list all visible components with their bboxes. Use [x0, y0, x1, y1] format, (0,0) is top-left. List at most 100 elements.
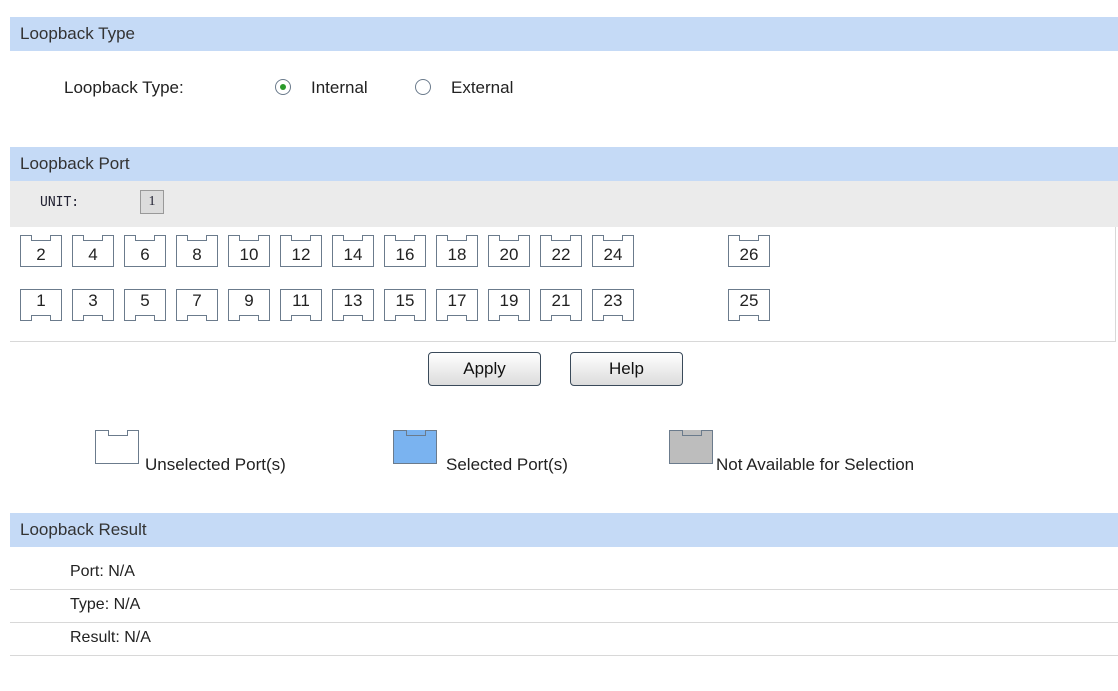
port-8[interactable]: 8	[176, 235, 218, 267]
port-notch	[187, 235, 207, 241]
port-notch	[603, 235, 623, 241]
port-7[interactable]: 7	[176, 289, 218, 321]
port-number: 1	[36, 291, 46, 310]
port-1[interactable]: 1	[20, 289, 62, 321]
unit-label: UNIT:	[40, 195, 80, 210]
unit-bar: UNIT: 1	[10, 181, 1118, 227]
port-notch	[499, 315, 519, 321]
port-number: 26	[739, 245, 759, 264]
external-radio[interactable]	[415, 79, 431, 95]
internal-radio[interactable]	[275, 79, 291, 95]
port-notch	[499, 235, 519, 241]
port-number: 20	[499, 245, 519, 264]
port-23[interactable]: 23	[592, 289, 634, 321]
port-14[interactable]: 14	[332, 235, 374, 267]
port-number: 10	[239, 245, 259, 264]
not-available-port-swatch	[669, 430, 713, 464]
unselected-port-swatch	[95, 430, 139, 464]
not-available-legend-label: Not Available for Selection	[716, 455, 915, 474]
loopback-result-header: Loopback Result	[10, 513, 1118, 547]
selected-legend-label: Selected Port(s)	[446, 455, 568, 474]
port-number: 15	[395, 291, 415, 310]
port-notch	[551, 315, 571, 321]
port-panel: 2 4 6 8 10 12 14 16 18 20 22 24 1 3 5 7 9 11 13 15 17 19 21 23…	[10, 227, 1116, 342]
port-notch	[31, 235, 51, 241]
port-notch	[291, 315, 311, 321]
loopback-port-header: Loopback Port	[10, 147, 1118, 181]
port-number: 16	[395, 245, 415, 264]
port-number: 13	[343, 291, 363, 310]
port-22[interactable]: 22	[540, 235, 582, 267]
port-notch	[551, 235, 571, 241]
port-18[interactable]: 18	[436, 235, 478, 267]
port-notch	[343, 315, 363, 321]
port-notch	[31, 315, 51, 321]
port-21[interactable]: 21	[540, 289, 582, 321]
port-notch	[739, 235, 759, 241]
port-24[interactable]: 24	[592, 235, 634, 267]
port-number: 3	[88, 291, 98, 310]
unit-selector-1[interactable]: 1	[140, 190, 164, 214]
port-number: 21	[551, 291, 571, 310]
result-row-port: Port: N/A	[10, 557, 1118, 590]
port-notch	[395, 315, 415, 321]
port-number: 24	[603, 245, 623, 264]
port-20[interactable]: 20	[488, 235, 530, 267]
external-radio-label[interactable]: External	[451, 78, 513, 98]
port-13[interactable]: 13	[332, 289, 374, 321]
port-26[interactable]: 26	[728, 235, 770, 267]
port-notch	[343, 235, 363, 241]
port-notch	[291, 235, 311, 241]
port-notch	[395, 235, 415, 241]
result-port-text: Port: N/A	[70, 563, 135, 580]
port-notch	[83, 315, 103, 321]
port-2[interactable]: 2	[20, 235, 62, 267]
port-notch	[135, 315, 155, 321]
swatch-notch	[682, 430, 702, 436]
port-number: 18	[447, 245, 467, 264]
port-number: 7	[192, 291, 202, 310]
port-16[interactable]: 16	[384, 235, 426, 267]
port-number: 23	[603, 291, 623, 310]
port-number: 19	[499, 291, 519, 310]
selected-port-swatch	[393, 430, 437, 464]
result-row-result: Result: N/A	[10, 623, 1118, 656]
result-row-type: Type: N/A	[10, 590, 1118, 623]
apply-button[interactable]: Apply	[428, 352, 541, 386]
port-number: 14	[343, 245, 363, 264]
port-9[interactable]: 9	[228, 289, 270, 321]
port-notch	[187, 315, 207, 321]
loopback-type-header: Loopback Type	[10, 17, 1118, 51]
port-15[interactable]: 15	[384, 289, 426, 321]
internal-radio-label[interactable]: Internal	[311, 78, 368, 98]
swatch-notch	[108, 430, 128, 436]
port-notch	[739, 315, 759, 321]
help-button[interactable]: Help	[570, 352, 683, 386]
port-number: 2	[36, 245, 46, 264]
port-notch	[239, 235, 259, 241]
port-notch	[447, 315, 467, 321]
port-number: 22	[551, 245, 571, 264]
port-notch	[135, 235, 155, 241]
port-number: 12	[291, 245, 311, 264]
port-10[interactable]: 10	[228, 235, 270, 267]
port-number: 17	[447, 291, 467, 310]
loopback-type-label: Loopback Type:	[64, 78, 184, 97]
port-12[interactable]: 12	[280, 235, 322, 267]
port-number: 4	[88, 245, 98, 264]
port-11[interactable]: 11	[280, 289, 322, 321]
port-number: 9	[244, 291, 254, 310]
port-5[interactable]: 5	[124, 289, 166, 321]
port-notch	[603, 315, 623, 321]
unselected-legend-label: Unselected Port(s)	[145, 455, 286, 474]
port-17[interactable]: 17	[436, 289, 478, 321]
port-19[interactable]: 19	[488, 289, 530, 321]
port-4[interactable]: 4	[72, 235, 114, 267]
radio-selected-dot	[280, 84, 286, 90]
result-type-text: Type: N/A	[70, 596, 141, 613]
port-number: 25	[739, 291, 759, 310]
port-25[interactable]: 25	[728, 289, 770, 321]
port-6[interactable]: 6	[124, 235, 166, 267]
port-3[interactable]: 3	[72, 289, 114, 321]
result-result-text: Result: N/A	[70, 629, 151, 646]
